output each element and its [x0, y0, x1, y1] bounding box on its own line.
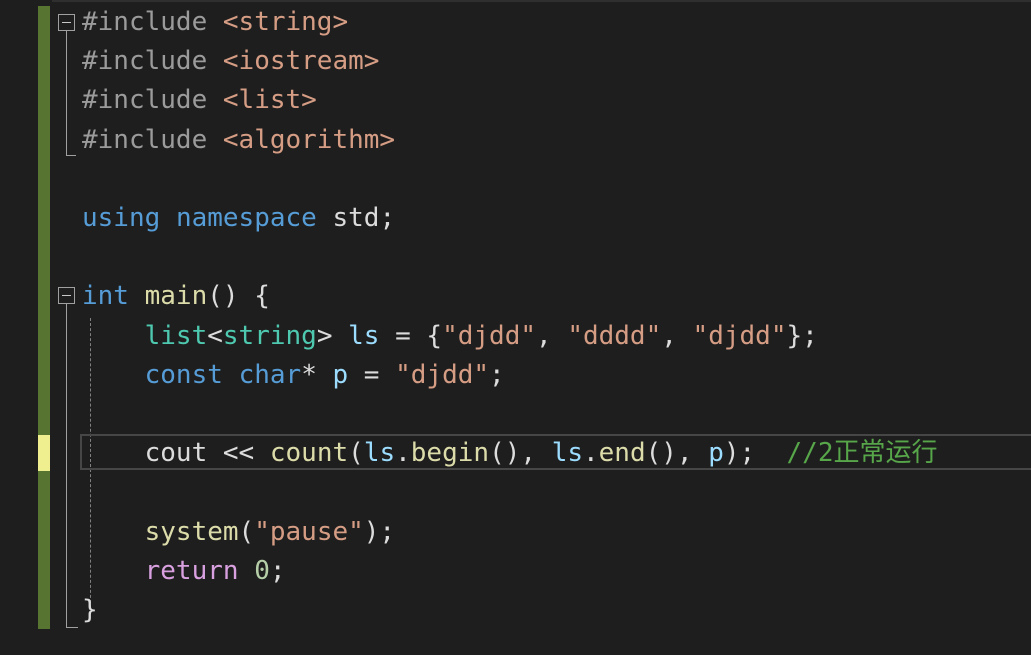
token: ,: [661, 320, 693, 351]
token: p: [332, 359, 349, 390]
token: #include: [82, 7, 223, 37]
token: (),: [489, 438, 552, 469]
outline-guide-includes: [66, 31, 67, 155]
code-line-16[interactable]: }: [82, 591, 98, 630]
token: string: [222, 320, 317, 351]
token: "dddd": [567, 320, 662, 351]
token: ls: [551, 438, 583, 469]
editor-top-border: [52, 0, 1031, 2]
code-line-1[interactable]: #include <string>: [82, 3, 348, 42]
token: .: [395, 438, 411, 469]
token: <iostream>: [222, 46, 380, 77]
code-line-3[interactable]: #include <list>: [82, 81, 317, 120]
token: ls: [348, 320, 380, 351]
token: ;: [379, 203, 396, 233]
token: <list>: [222, 85, 317, 116]
code-editor[interactable]: #include <string> #include <iostream> #inc…: [0, 0, 1031, 655]
token: return: [144, 555, 239, 586]
outline-guide-main: [66, 304, 67, 627]
token: .: [583, 438, 599, 469]
code-line-2[interactable]: #include <iostream>: [82, 42, 379, 81]
token: main: [144, 281, 208, 312]
token: ;: [269, 555, 286, 586]
collapse-includes-icon[interactable]: [58, 14, 75, 31]
token: "pause": [254, 516, 364, 547]
token: ;: [489, 359, 505, 390]
collapse-main-icon[interactable]: [58, 287, 75, 304]
token: );: [723, 438, 787, 469]
token: (: [238, 516, 255, 547]
token: );: [363, 516, 396, 547]
token: >: [316, 320, 349, 351]
token: cout: [144, 438, 208, 469]
change-tracking-bar: [38, 6, 50, 629]
outline-end-includes: [66, 155, 76, 156]
token: begin: [410, 438, 490, 469]
token: int: [82, 281, 129, 312]
token: 0: [254, 555, 270, 586]
token: list: [144, 320, 208, 351]
code-line-6[interactable]: using namespace std;: [82, 199, 395, 238]
token: system: [144, 516, 239, 547]
code-line-9[interactable]: list<string> ls = {"djdd", "dddd", "djdd…: [82, 317, 818, 356]
token: }: [82, 595, 98, 625]
token: //2正常运行: [786, 438, 938, 469]
code-line-15[interactable]: return 0;: [82, 552, 286, 591]
token: #include: [82, 124, 223, 155]
token: = {: [379, 320, 443, 351]
token: const: [144, 359, 223, 390]
token: <<: [207, 438, 270, 469]
token: p: [708, 438, 724, 469]
token: std: [332, 203, 380, 233]
outline-end-main: [66, 627, 78, 628]
token: <: [207, 320, 223, 351]
token: };: [786, 320, 818, 351]
code-line-4[interactable]: #include <algorithm>: [82, 121, 395, 160]
token: "djdd": [442, 320, 536, 351]
token: (: [348, 438, 364, 469]
token: <string>: [222, 7, 349, 37]
token: using: [82, 203, 161, 233]
token: (),: [645, 438, 709, 469]
token: ls: [363, 438, 396, 469]
token: () {: [207, 281, 270, 312]
unsaved-change-marker: [38, 435, 50, 471]
token: *: [301, 359, 333, 390]
token: "djdd": [692, 320, 787, 351]
token: =: [348, 359, 396, 390]
token: #include: [82, 85, 223, 116]
token: ,: [536, 320, 568, 351]
token: "djdd": [395, 359, 490, 390]
token: count: [269, 438, 349, 469]
code-line-14[interactable]: system("pause");: [82, 513, 395, 552]
code-line-10[interactable]: const char* p = "djdd";: [82, 356, 505, 395]
glyph-margin: [0, 0, 38, 655]
token: #include: [82, 46, 223, 77]
token: end: [598, 438, 646, 469]
token: char: [238, 359, 302, 390]
token: namespace: [175, 203, 317, 233]
code-line-12[interactable]: cout << count(ls.begin(), ls.end(), p); …: [82, 434, 938, 473]
token: <algorithm>: [222, 124, 396, 155]
code-line-8[interactable]: int main() {: [82, 277, 270, 316]
